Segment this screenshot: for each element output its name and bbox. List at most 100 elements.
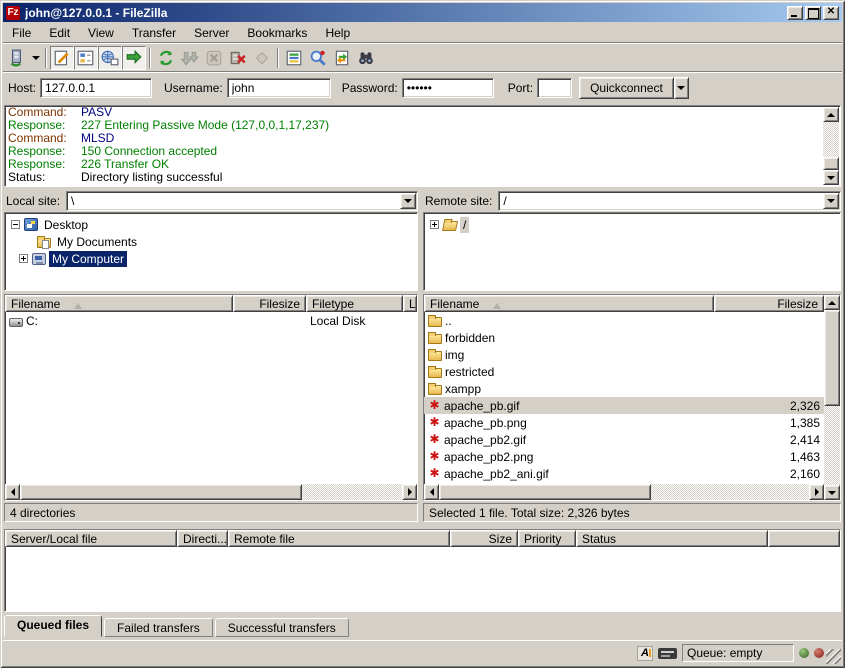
column-filename[interactable]: Filename [424, 295, 714, 312]
menu-bar: File Edit View Transfer Server Bookmarks… [4, 24, 360, 42]
reconnect-icon[interactable] [250, 46, 274, 70]
column-server-local-file[interactable]: Server/Local file [5, 530, 177, 547]
close-button[interactable] [823, 6, 839, 20]
queue-body [5, 547, 840, 611]
remote-list-vscrollbar[interactable] [824, 295, 840, 500]
local-site-combo[interactable]: \ [66, 191, 418, 211]
column-status[interactable]: Status [576, 530, 768, 547]
scroll-right-icon[interactable] [809, 484, 824, 500]
quickconnect-button[interactable]: Quickconnect [579, 77, 674, 99]
local-file-list: Filename Filesize Filetype L C: Local Di… [4, 294, 418, 501]
synchronized-browsing-icon[interactable] [330, 46, 354, 70]
tree-item-root[interactable]: / [426, 216, 840, 233]
file-row[interactable]: apache_pb2_ani.gif2,160 [424, 465, 824, 482]
file-row-selected[interactable]: apache_pb.gif2,326 [424, 397, 824, 414]
directory-listing-filters-icon[interactable] [282, 46, 306, 70]
column-filetype[interactable]: Filetype [306, 295, 403, 312]
menu-edit[interactable]: Edit [41, 24, 80, 42]
expand-icon[interactable] [19, 254, 28, 263]
tab-successful-transfers[interactable]: Successful transfers [215, 618, 349, 637]
menu-bookmarks[interactable]: Bookmarks [239, 24, 317, 42]
toggle-transfer-queue-icon[interactable] [122, 46, 146, 70]
username-input[interactable] [227, 78, 331, 98]
scrollbar-thumb[interactable] [823, 157, 839, 170]
file-row-c-drive[interactable]: C: Local Disk [5, 312, 417, 329]
resize-grip[interactable] [826, 649, 841, 664]
tree-item-desktop[interactable]: Desktop [7, 216, 417, 233]
local-tree-pane: Local site: \ Desktop My Documents My [4, 190, 418, 291]
file-row[interactable]: .. [424, 312, 824, 329]
speed-limit-icon[interactable] [658, 648, 677, 659]
site-manager-dropdown-icon[interactable] [29, 46, 42, 70]
cancel-icon[interactable] [202, 46, 226, 70]
scroll-up-icon[interactable] [823, 107, 839, 122]
scrollbar-thumb[interactable] [824, 310, 840, 406]
menu-view[interactable]: View [80, 24, 124, 42]
scroll-left-icon[interactable] [424, 484, 439, 500]
file-row[interactable]: apache_pb2.png1,463 [424, 448, 824, 465]
column-last-modified[interactable]: L [403, 295, 417, 312]
refresh-icon[interactable] [154, 46, 178, 70]
column-remote-file[interactable]: Remote file [228, 530, 450, 547]
scrollbar-thumb[interactable] [439, 484, 651, 500]
column-size[interactable]: Size [450, 530, 518, 547]
log-scrollbar[interactable] [823, 107, 839, 185]
queue-size-text: Queue: empty [687, 646, 762, 660]
scrollbar-track[interactable] [823, 122, 839, 170]
quickconnect-dropdown-icon[interactable] [674, 77, 689, 99]
open-folder-icon [442, 221, 458, 231]
process-queue-icon[interactable] [178, 46, 202, 70]
scrollbar-track[interactable] [20, 484, 402, 500]
minimize-button[interactable] [787, 6, 803, 20]
toggle-remote-tree-icon[interactable] [98, 46, 122, 70]
file-row[interactable]: apache_pb.png1,385 [424, 414, 824, 431]
host-input[interactable] [40, 78, 152, 98]
collapse-icon[interactable] [11, 220, 20, 229]
local-list-hscrollbar[interactable] [5, 484, 417, 500]
tab-queued-files[interactable]: Queued files [4, 615, 102, 637]
combo-dropdown-icon[interactable] [823, 193, 839, 209]
column-filename[interactable]: Filename [5, 295, 233, 312]
scroll-up-icon[interactable] [824, 295, 840, 310]
port-input[interactable] [537, 78, 572, 98]
directory-comparison-icon[interactable] [306, 46, 330, 70]
tree-item-my-documents[interactable]: My Documents [7, 233, 417, 250]
maximize-button[interactable] [805, 6, 821, 20]
remote-list-hscrollbar[interactable] [424, 484, 824, 500]
column-priority[interactable]: Priority [518, 530, 576, 547]
remote-directory-tree: / [423, 212, 841, 291]
menu-file[interactable]: File [4, 24, 41, 42]
password-input[interactable] [402, 78, 494, 98]
toggle-message-log-icon[interactable] [50, 46, 74, 70]
toggle-local-tree-icon[interactable] [74, 46, 98, 70]
local-status-bar: 4 directories [4, 503, 418, 522]
scroll-down-icon[interactable] [824, 485, 840, 500]
scroll-right-icon[interactable] [402, 484, 417, 500]
disconnect-icon[interactable] [226, 46, 250, 70]
file-row[interactable]: restricted [424, 363, 824, 380]
transfer-type-icon[interactable] [637, 646, 653, 661]
tab-failed-transfers[interactable]: Failed transfers [104, 618, 213, 637]
site-manager-icon[interactable] [5, 46, 29, 70]
column-filesize[interactable]: Filesize [233, 295, 306, 312]
file-row[interactable]: xampp [424, 380, 824, 397]
scroll-down-icon[interactable] [823, 170, 839, 185]
filezilla-logo-icon [6, 6, 20, 20]
find-files-icon[interactable] [354, 46, 378, 70]
combo-dropdown-icon[interactable] [400, 193, 416, 209]
expand-icon[interactable] [430, 220, 439, 229]
tree-item-my-computer[interactable]: My Computer [7, 250, 417, 267]
menu-help[interactable]: Help [317, 24, 360, 42]
file-row[interactable]: forbidden [424, 329, 824, 346]
scrollbar-track[interactable] [439, 484, 809, 500]
column-filesize[interactable]: Filesize [714, 295, 824, 312]
menu-server[interactable]: Server [186, 24, 239, 42]
scroll-left-icon[interactable] [5, 484, 20, 500]
column-direction[interactable]: Directi... [177, 530, 228, 547]
scrollbar-thumb[interactable] [20, 484, 302, 500]
file-row[interactable]: apache_pb2.gif2,414 [424, 431, 824, 448]
remote-site-combo[interactable]: / [498, 191, 841, 211]
scrollbar-track[interactable] [824, 310, 840, 485]
file-row[interactable]: img [424, 346, 824, 363]
menu-transfer[interactable]: Transfer [124, 24, 186, 42]
